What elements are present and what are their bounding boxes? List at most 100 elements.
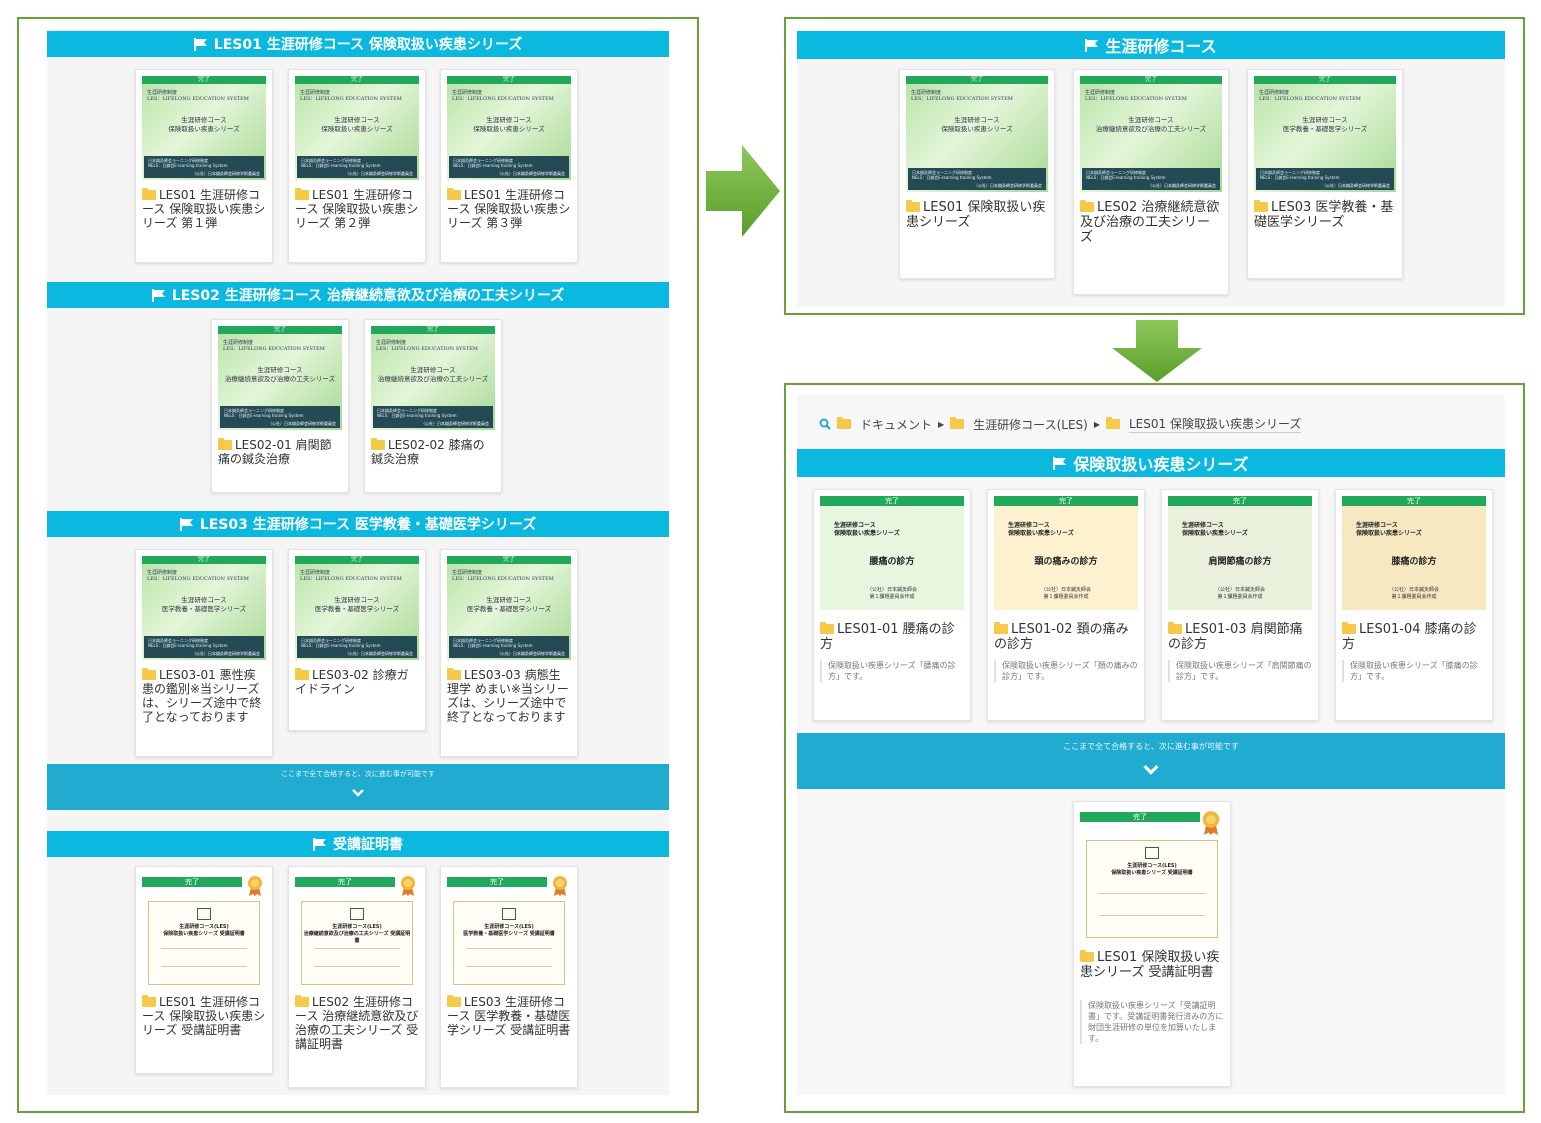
left-content: LES01 生涯研修コース 保険取扱い疾患シリーズ 完了 生涯研修制度 LES：… (47, 29, 669, 1095)
certificate-card-les01[interactable]: 完了 生涯研修コース(LES) 保険取扱い疾患シリーズ 受講証明書 LES01 … (1073, 801, 1231, 1087)
done-badge: 完了 (447, 877, 547, 887)
folder-icon (447, 995, 461, 1007)
certificate-text: 生涯研修コース(LES) 治療継続意欲及び治療の工夫シリーズ 受講証明書 (303, 924, 411, 944)
series-card-les03[interactable]: 完了 生涯研修制度 LES：LIFELONG EDUCATION SYSTEM … (1247, 69, 1403, 279)
card-title: LES02 生涯研修コース 治療継続意欲及び治療の工夫シリーズ 受講証明書 (295, 995, 419, 1051)
course-thumbnail: 完了 生涯研修制度 LES：LIFELONG EDUCATION SYSTEM … (295, 556, 419, 660)
course-card-les03-3[interactable]: 完了 生涯研修制度 LES：LIFELONG EDUCATION SYSTEM … (440, 549, 578, 757)
search-icon[interactable] (819, 418, 831, 430)
card-title: LES01-02 頚の痛みの診方 (994, 622, 1138, 652)
card-description: 保険取扱い疾患シリーズ「膝痛の診方」です。 (1342, 660, 1486, 682)
breadcrumb: ドキュメント ▶ 生涯研修コース(LES) ▶ LES01 保険取扱い疾患シリー… (819, 415, 1302, 433)
course-card-les02-1[interactable]: 完了 生涯研修制度 LES：LIFELONG EDUCATION SYSTEM … (211, 319, 349, 493)
thumb-header: 生涯研修制度 LES：LIFELONG EDUCATION SYSTEM (452, 90, 554, 102)
section-header-les01: LES01 生涯研修コース 保険取扱い疾患シリーズ (47, 31, 669, 57)
card-title: LES02 治療継続意欲及び治療の工夫シリーズ (1080, 200, 1222, 245)
course-card-les03-2[interactable]: 完了 生涯研修制度 LES：LIFELONG EDUCATION SYSTEM … (288, 549, 426, 731)
breadcrumb-item-current[interactable]: LES01 保険取扱い疾患シリーズ (1128, 415, 1302, 433)
thumb-header: 生涯研修制度 LES：LIFELONG EDUCATION SYSTEM (911, 90, 1013, 102)
next-step-bar[interactable]: ここまで全て合格すると、次に進む事が可能です (797, 733, 1505, 789)
folder-icon (1080, 200, 1094, 212)
certificate-thumbnail: 完了 生涯研修コース(LES) 治療継続意欲及び治療の工夫シリーズ 受講証明書 (295, 875, 419, 987)
course-thumbnail: 完了 生涯研修制度 LES：LIFELONG EDUCATION SYSTEM … (447, 556, 571, 660)
thumb-series: 生涯研修コース 保険取扱い疾患シリーズ (1182, 522, 1248, 537)
thumb-logo-text: （公社）日本鍼灸師会 第１課題委員会作成 (1214, 587, 1265, 600)
chevron-down-icon[interactable] (351, 786, 365, 800)
certificate-text: 生涯研修コース(LES) 保険取扱い疾患シリーズ 受講証明書 (163, 924, 245, 937)
course-card-les01-1[interactable]: 完了 生涯研修制度 LES：LIFELONG EDUCATION SYSTEM … (135, 69, 273, 263)
thumb-footer: 日本鍼灸師会ラーニング研修制度 NELS：日鍼会E-learning train… (449, 156, 569, 178)
thumb-org: （公社）日本鍼灸師会研修学術委員会 (497, 651, 565, 656)
thumb-footer-text: 日本鍼灸師会ラーニング研修制度 NELS：日鍼会E-learning train… (453, 638, 533, 648)
card-title-text: LES01-02 頚の痛みの診方 (994, 622, 1129, 652)
folder-icon (1105, 417, 1120, 429)
thumb-header: 生涯研修制度 LES：LIFELONG EDUCATION SYSTEM (300, 570, 402, 582)
lesson-card-les01-03[interactable]: 完了 生涯研修コース 保険取扱い疾患シリーズ 肩関節痛の診方 （公社）日本鍼灸師… (1161, 489, 1319, 721)
top-right-panel: 生涯研修コース 完了 生涯研修制度 LES：LIFELONG EDUCATION… (784, 17, 1525, 315)
card-description: 保険取扱い疾患シリーズ「腰痛の診方」です。 (820, 660, 964, 682)
done-badge: 完了 (1080, 76, 1222, 84)
done-badge: 完了 (447, 556, 571, 564)
folder-icon (142, 188, 156, 200)
certificate-thumbnail: 完了 生涯研修コース(LES) 保険取扱い疾患シリーズ 受講証明書 (1080, 810, 1224, 940)
card-title: LES01 保険取扱い疾患シリーズ (906, 200, 1048, 230)
thumb-footer-text: 日本鍼灸師会ラーニング研修制度 NELS：日鍼会E-learning train… (912, 170, 992, 180)
course-thumbnail: 完了 生涯研修制度 LES：LIFELONG EDUCATION SYSTEM … (371, 326, 495, 430)
course-card-les02-2[interactable]: 完了 生涯研修制度 LES：LIFELONG EDUCATION SYSTEM … (364, 319, 502, 493)
certificate-card-les01[interactable]: 完了 生涯研修コース(LES) 保険取扱い疾患シリーズ 受講証明書 LES01 … (135, 866, 273, 1074)
folder-icon (295, 995, 309, 1007)
thumb-org: （公社）日本鍼灸師会研修学術委員会 (497, 171, 565, 176)
breadcrumb-item-documents[interactable]: ドキュメント (860, 416, 932, 433)
section-title: 生涯研修コース (1105, 37, 1217, 56)
certificate-thumbnail: 完了 生涯研修コース(LES) 保険取扱い疾患シリーズ 受講証明書 (142, 875, 266, 987)
folder-icon (371, 438, 385, 450)
thumb-series: 生涯研修コース 保険取扱い疾患シリーズ (1008, 522, 1074, 537)
card-title: LES02-01 肩関節痛の鍼灸治療 (218, 438, 342, 466)
thumb-footer: 日本鍼灸師会ラーニング研修制度 NELS：日鍼会E-learning train… (908, 168, 1046, 190)
section-title: 保険取扱い疾患シリーズ (1073, 455, 1249, 474)
breadcrumb-item-course[interactable]: 生涯研修コース(LES) (973, 416, 1088, 433)
lesson-card-les01-04[interactable]: 完了 生涯研修コース 保険取扱い疾患シリーズ 膝痛の診方 （公社）日本鍼灸師会 … (1335, 489, 1493, 721)
card-title: LES03-03 病態生理学 めまい※当シリーズは、シリーズ途中で終了となってお… (447, 668, 571, 724)
thumb-header: 生涯研修制度 LES：LIFELONG EDUCATION SYSTEM (147, 570, 249, 582)
thumb-subtitle: 生涯研修コース 保険取扱い疾患シリーズ (168, 116, 240, 133)
thumb-subtitle: 生涯研修コース 保険取扱い疾患シリーズ (473, 116, 545, 133)
breadcrumb-separator-icon: ▶ (1093, 419, 1100, 429)
section-title: LES03 生涯研修コース 医学教養・基礎医学シリーズ (199, 517, 537, 533)
lesson-card-les01-02[interactable]: 完了 生涯研修コース 保険取扱い疾患シリーズ 頚の痛みの診方 （公社）日本鍼灸師… (987, 489, 1145, 721)
series-card-les01[interactable]: 完了 生涯研修制度 LES：LIFELONG EDUCATION SYSTEM … (899, 69, 1055, 279)
course-card-les03-1[interactable]: 完了 生涯研修制度 LES：LIFELONG EDUCATION SYSTEM … (135, 549, 273, 757)
folder-icon (906, 200, 920, 212)
section-title: 受講証明書 (333, 837, 403, 853)
thumb-footer-text: 日本鍼灸師会ラーニング研修制度 NELS：日鍼会E-learning train… (1086, 170, 1166, 180)
thumb-footer: 日本鍼灸師会ラーニング研修制度 NELS：日鍼会E-learning train… (1256, 168, 1394, 190)
folder-icon (1254, 200, 1268, 212)
course-thumbnail: 完了 生涯研修制度 LES：LIFELONG EDUCATION SYSTEM … (142, 76, 266, 180)
series-card-les02[interactable]: 完了 生涯研修制度 LES：LIFELONG EDUCATION SYSTEM … (1073, 69, 1229, 295)
folder-icon (295, 188, 309, 200)
next-step-bar[interactable]: ここまで全て合格すると、次に進む事が可能です (47, 764, 669, 810)
arrow-right-icon (706, 145, 780, 237)
card-title-text: LES02-02 膝痛の鍼灸治療 (371, 438, 485, 466)
series-thumbnail: 完了 生涯研修制度 LES：LIFELONG EDUCATION SYSTEM … (1080, 76, 1222, 192)
chevron-down-icon[interactable] (1142, 761, 1160, 779)
card-title-text: LES01 保険取扱い疾患シリーズ 受講証明書 (1080, 950, 1220, 980)
course-card-les01-3[interactable]: 完了 生涯研修制度 LES：LIFELONG EDUCATION SYSTEM … (440, 69, 578, 263)
folder-icon (1168, 622, 1182, 634)
thumb-header: 生涯研修制度 LES：LIFELONG EDUCATION SYSTEM (147, 90, 249, 102)
folder-icon (950, 417, 965, 429)
thumb-footer-text: 日本鍼灸師会ラーニング研修制度 NELS：日鍼会E-learning train… (224, 408, 304, 418)
series-thumbnail: 完了 生涯研修制度 LES：LIFELONG EDUCATION SYSTEM … (1254, 76, 1396, 192)
divider (314, 948, 400, 949)
lesson-thumbnail: 完了 生涯研修コース 保険取扱い疾患シリーズ 腰痛の診方 （公社）日本鍼灸師会 … (820, 496, 964, 610)
certificate-card-les02[interactable]: 完了 生涯研修コース(LES) 治療継続意欲及び治療の工夫シリーズ 受講証明書 … (288, 866, 426, 1088)
lesson-card-les01-01[interactable]: 完了 生涯研修コース 保険取扱い疾患シリーズ 腰痛の診方 （公社）日本鍼灸師会 … (813, 489, 971, 721)
medal-icon (248, 876, 262, 896)
breadcrumb-separator-icon: ▶ (938, 419, 945, 429)
certificate-frame: 生涯研修コース(LES) 治療継続意欲及び治療の工夫シリーズ 受講証明書 (301, 901, 413, 985)
course-card-les01-2[interactable]: 完了 生涯研修制度 LES：LIFELONG EDUCATION SYSTEM … (288, 69, 426, 263)
card-title-text: LES03 医学教養・基礎医学シリーズ (1254, 200, 1394, 230)
thumb-footer: 日本鍼灸師会ラーニング研修制度 NELS：日鍼会E-learning train… (297, 156, 417, 178)
certificate-card-les03[interactable]: 完了 生涯研修コース(LES) 医学教養・基礎医学シリーズ 受講証明書 LES0… (440, 866, 578, 1088)
section-header-series: 保険取扱い疾患シリーズ (797, 449, 1505, 477)
